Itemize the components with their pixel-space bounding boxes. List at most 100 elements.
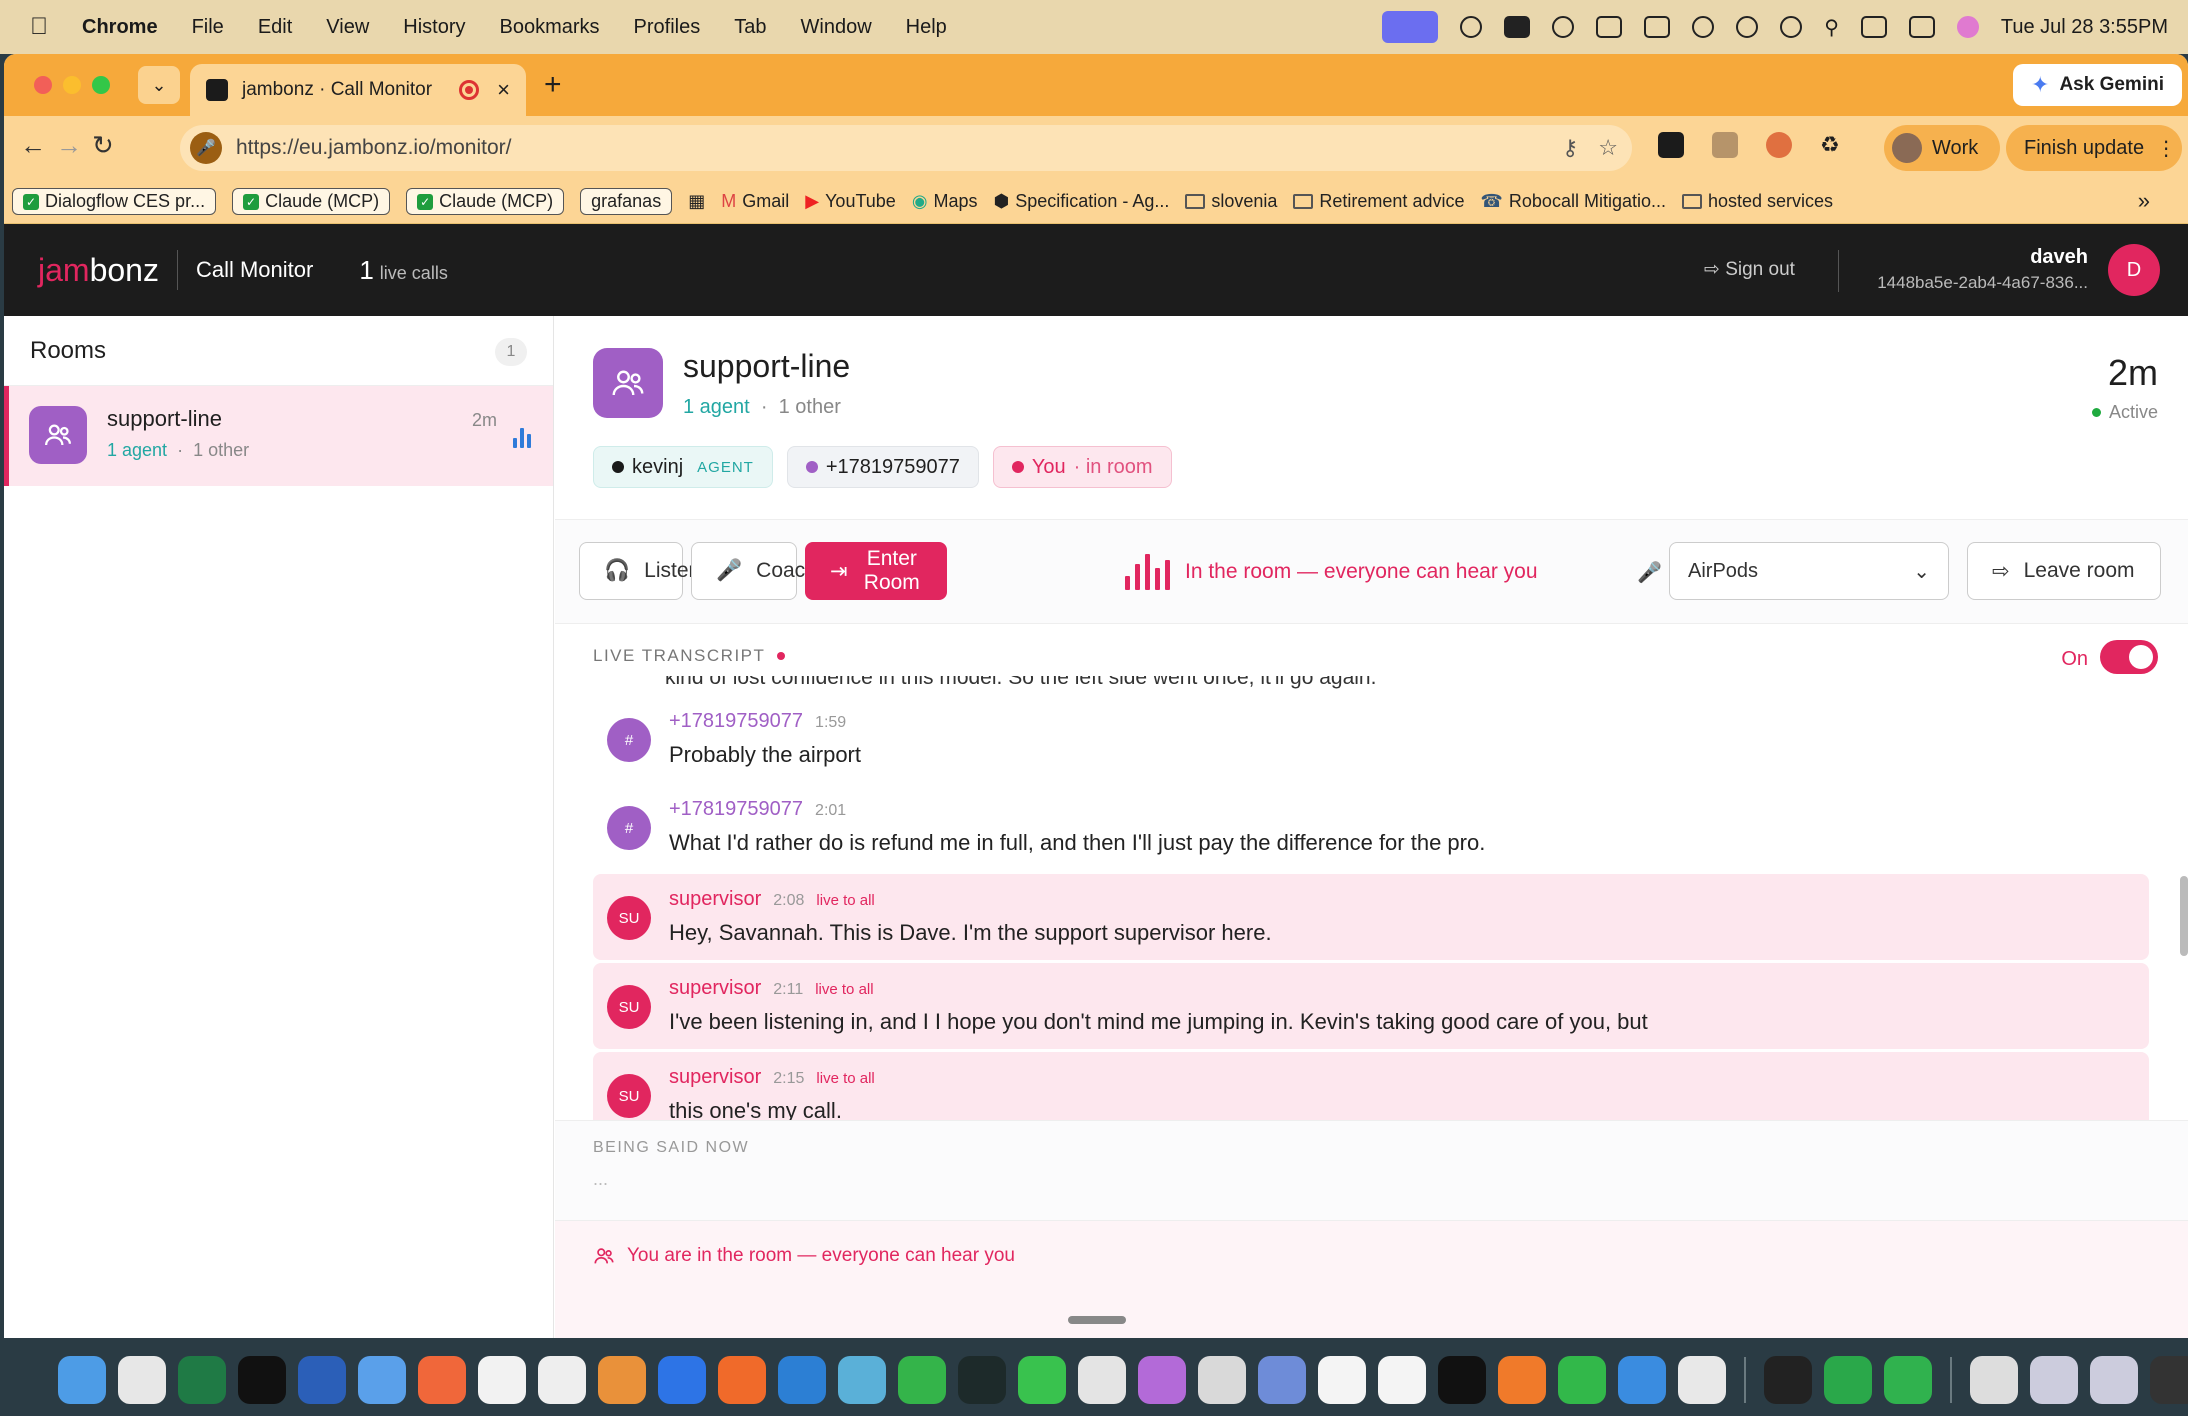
arrow-extension-icon[interactable] bbox=[1712, 132, 1738, 158]
clock-icon[interactable] bbox=[1780, 16, 1803, 38]
menu-edit[interactable]: Edit bbox=[258, 16, 292, 39]
enter-room-button[interactable]: ⇥ Enter Room bbox=[805, 542, 947, 600]
bookmark-item[interactable]: ☎ Robocall Mitigatio... bbox=[1480, 191, 1666, 212]
puzzle-extensions-icon[interactable]: ♻ bbox=[1820, 132, 1840, 158]
transcript-toggle[interactable] bbox=[2100, 640, 2158, 674]
siri-icon[interactable] bbox=[1956, 16, 1979, 38]
menu-window[interactable]: Window bbox=[801, 16, 872, 39]
chatgpt-icon[interactable] bbox=[538, 1356, 586, 1404]
menu-view[interactable]: View bbox=[326, 16, 369, 39]
bookmark-item[interactable]: ✓ Claude (MCP) bbox=[232, 188, 391, 215]
key-icon[interactable]: ⚷ bbox=[1562, 135, 1578, 161]
app-icon[interactable] bbox=[1258, 1356, 1306, 1404]
firefox-icon[interactable] bbox=[718, 1356, 766, 1404]
apple-tv-icon[interactable] bbox=[1438, 1356, 1486, 1404]
zoom-window-button[interactable] bbox=[92, 76, 110, 94]
evernote-icon[interactable] bbox=[1824, 1356, 1872, 1404]
spotlight-search-icon[interactable]: ⚲ bbox=[1824, 15, 1839, 40]
bookmark-item[interactable]: ✓ Dialogflow CES pr... bbox=[12, 188, 217, 215]
ask-gemini-button[interactable]: ✦ Ask Gemini bbox=[2013, 64, 2182, 106]
close-window-button[interactable] bbox=[34, 76, 52, 94]
app-icon[interactable] bbox=[1764, 1356, 1812, 1404]
menu-tab[interactable]: Tab bbox=[734, 16, 766, 39]
menu-file[interactable]: File bbox=[192, 16, 224, 39]
app-icon[interactable] bbox=[598, 1356, 646, 1404]
live-transcript[interactable]: LIVE TRANSCRIPT On kind of lost confiden… bbox=[555, 624, 2188, 1120]
reminders-icon[interactable] bbox=[1378, 1356, 1426, 1404]
microphone-in-use-icon[interactable]: 🎤 bbox=[190, 132, 222, 164]
finder-icon[interactable] bbox=[58, 1356, 106, 1404]
menubar-clock[interactable]: Tue Jul 28 3:55PM bbox=[2001, 16, 2168, 39]
app-icon[interactable] bbox=[1884, 1356, 1932, 1404]
close-tab-icon[interactable]: × bbox=[497, 77, 510, 103]
reload-icon[interactable]: ↻ bbox=[92, 130, 114, 161]
bookmark-item[interactable]: ◉ Maps bbox=[912, 191, 978, 212]
jambonz-extension-icon[interactable] bbox=[1658, 132, 1684, 158]
word-icon[interactable] bbox=[298, 1356, 346, 1404]
battery-icon[interactable] bbox=[1644, 16, 1671, 38]
bookmark-item[interactable]: ▶ YouTube bbox=[805, 191, 896, 212]
numbers-icon[interactable] bbox=[1558, 1356, 1606, 1404]
vscode-icon[interactable] bbox=[778, 1356, 826, 1404]
active-tab[interactable]: jambonz · Call Monitor × bbox=[190, 64, 526, 116]
listen-button[interactable]: 🎧 Listen bbox=[579, 542, 700, 600]
menu-bookmarks[interactable]: Bookmarks bbox=[500, 16, 600, 39]
coach-button[interactable]: 🎤 Coach bbox=[691, 542, 817, 600]
window-preview-icon[interactable] bbox=[2030, 1356, 2078, 1404]
claude-icon[interactable] bbox=[418, 1356, 466, 1404]
claude-extension-icon[interactable] bbox=[1766, 132, 1792, 158]
control-center-icon[interactable] bbox=[1908, 16, 1935, 38]
tab-search-button[interactable]: ⌄ bbox=[138, 66, 180, 104]
bookmark-item[interactable]: ✓ Claude (MCP) bbox=[406, 188, 565, 215]
user-icon[interactable] bbox=[1736, 16, 1759, 38]
bookmark-item[interactable]: grafanas bbox=[580, 188, 673, 215]
stats-icon[interactable] bbox=[1860, 16, 1887, 38]
excel-icon[interactable] bbox=[178, 1356, 226, 1404]
menu-history[interactable]: History bbox=[403, 16, 465, 39]
app-icon[interactable] bbox=[658, 1356, 706, 1404]
resize-handle[interactable] bbox=[1068, 1316, 1126, 1324]
app-icon[interactable] bbox=[1198, 1356, 1246, 1404]
jambonz-logo[interactable]: jambonz bbox=[38, 252, 159, 289]
app-icon[interactable] bbox=[1138, 1356, 1186, 1404]
room-list-item[interactable]: support-line 1 agent · 1 other 2m bbox=[4, 386, 553, 486]
gear-status-icon[interactable] bbox=[1552, 16, 1575, 38]
bookmark-folder[interactable]: hosted services bbox=[1681, 191, 1833, 212]
terminal-icon[interactable] bbox=[238, 1356, 286, 1404]
bookmark-star-icon[interactable]: ☆ bbox=[1598, 135, 1618, 161]
bookmark-item[interactable]: ⬢ Specification - Ag... bbox=[994, 191, 1170, 212]
keynote-icon[interactable] bbox=[1618, 1356, 1666, 1404]
url-input[interactable] bbox=[236, 136, 1536, 160]
bookmark-item[interactable]: M Gmail bbox=[721, 191, 789, 212]
app-icon[interactable] bbox=[1678, 1356, 1726, 1404]
menu-profiles[interactable]: Profiles bbox=[634, 16, 701, 39]
transcript-scrollbar[interactable] bbox=[2180, 876, 2188, 956]
menu-help[interactable]: Help bbox=[906, 16, 947, 39]
leave-room-button[interactable]: ⇨ Leave room bbox=[1967, 542, 2161, 600]
network-icon[interactable] bbox=[1596, 16, 1623, 38]
minimize-window-button[interactable] bbox=[63, 76, 81, 94]
window-preview-icon[interactable] bbox=[2150, 1356, 2188, 1404]
bookmark-folder[interactable]: Retirement advice bbox=[1293, 191, 1464, 212]
chevron-double-right-icon[interactable]: » bbox=[2138, 188, 2150, 214]
menu-app-name[interactable]: Chrome bbox=[82, 16, 158, 39]
messages-icon[interactable] bbox=[1018, 1356, 1066, 1404]
app-icon[interactable] bbox=[1498, 1356, 1546, 1404]
new-tab-button[interactable]: + bbox=[544, 68, 562, 102]
forward-arrow-icon[interactable]: → bbox=[56, 130, 82, 161]
audio-device-select[interactable]: AirPods ⌄ bbox=[1669, 542, 1949, 600]
user-avatar[interactable]: D bbox=[2108, 244, 2160, 296]
chrome-icon[interactable] bbox=[1078, 1356, 1126, 1404]
activity-monitor-icon[interactable] bbox=[958, 1356, 1006, 1404]
accessibility-icon[interactable] bbox=[1460, 16, 1483, 38]
bookmark-folder[interactable]: slovenia bbox=[1185, 191, 1277, 212]
mail-icon[interactable] bbox=[358, 1356, 406, 1404]
profile-button[interactable]: Work bbox=[1884, 125, 2000, 171]
sign-out-button[interactable]: ⇨ Sign out bbox=[1704, 258, 1795, 281]
wifi-icon[interactable] bbox=[1692, 16, 1715, 38]
back-arrow-icon[interactable]: ← bbox=[20, 130, 46, 161]
address-bar[interactable]: 🎤 ⚷ ☆ bbox=[180, 125, 1632, 171]
window-preview-icon[interactable] bbox=[2090, 1356, 2138, 1404]
calendar-icon[interactable] bbox=[1318, 1356, 1366, 1404]
apple-icon[interactable]:  bbox=[30, 13, 74, 41]
